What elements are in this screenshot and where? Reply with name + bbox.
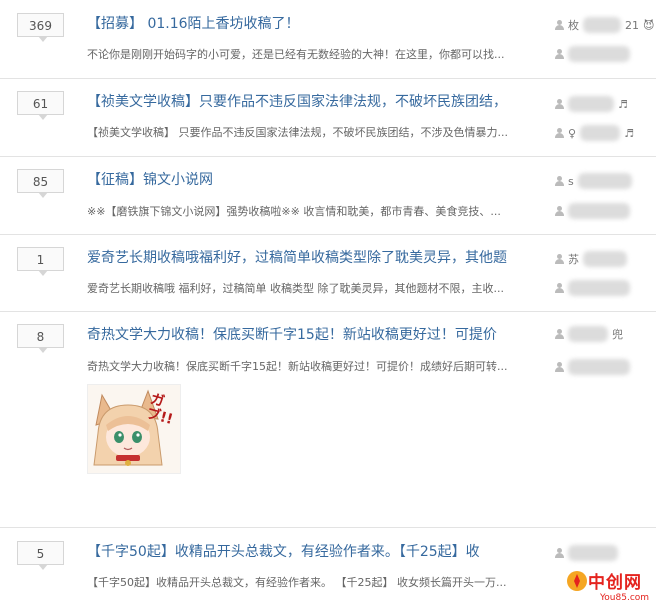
site-watermark: 中创网 You85.com bbox=[566, 568, 654, 610]
reply-count-badge: 8 bbox=[17, 324, 64, 353]
thread-excerpt: 奇热文学大力收稿！保底买断千字15起！新站收稿更好过！可提价！成绩好后期可转..… bbox=[87, 360, 508, 373]
reply-count-badge: 1 bbox=[17, 247, 64, 276]
author-name-redacted bbox=[583, 251, 627, 267]
watermark-text: 中创网 bbox=[588, 573, 642, 593]
reply-name-redacted bbox=[568, 280, 630, 296]
thread-author[interactable] bbox=[555, 545, 618, 561]
author-name-visible: s bbox=[568, 174, 574, 188]
user-icon bbox=[555, 128, 564, 138]
user-icon bbox=[555, 176, 564, 186]
user-icon bbox=[555, 49, 564, 59]
thread-author[interactable]: 兜 bbox=[555, 326, 623, 342]
music-note-icon: ♬ bbox=[618, 97, 628, 111]
thread-excerpt: 【祯美文学收稿】 只要作品不违反国家法律法规，不破坏民族团结，不涉及色情暴力..… bbox=[87, 126, 508, 139]
thread-author[interactable]: s bbox=[555, 173, 632, 189]
author-name-redacted bbox=[568, 326, 608, 342]
user-icon bbox=[555, 362, 564, 372]
thread-excerpt: 【千字50起】收精品开头总裁文，有经验作者来。 【千25起】 收女频长篇开头一万… bbox=[87, 576, 507, 589]
last-reply-author[interactable]: ♀ ♬ bbox=[555, 125, 634, 141]
user-icon bbox=[555, 99, 564, 109]
watermark-subtext: You85.com bbox=[600, 593, 650, 603]
user-icon bbox=[555, 329, 564, 339]
thread-excerpt: ※※【磨铁旗下锦文小说网】强势收稿啦※※ 收言情和耽美，都市青春、美食竞技、..… bbox=[87, 205, 501, 218]
reply-count-badge: 369 bbox=[17, 13, 64, 42]
thread-title-link[interactable]: 【祯美文学收稿】只要作品不违反国家法律法规，不破坏民族团结， bbox=[87, 93, 507, 111]
thread-author[interactable]: ♬ bbox=[555, 96, 628, 112]
watermark-logo-icon bbox=[567, 571, 587, 591]
thread-excerpt: 爱奇艺长期收稿哦 福利好，过稿简单 收稿类型 除了耽美灵异，其他题材不限，主收.… bbox=[87, 282, 504, 295]
reply-name-redacted bbox=[568, 359, 630, 375]
devil-emoji-icon: 😈 bbox=[643, 18, 655, 32]
thread-title-link[interactable]: 爱奇艺长期收稿哦福利好，过稿简单收稿类型除了耽美灵异，其他题 bbox=[87, 249, 507, 267]
author-name-redacted bbox=[583, 17, 621, 33]
reply-count-badge: 85 bbox=[17, 169, 64, 198]
author-name-visible: 苏 bbox=[568, 253, 579, 266]
last-reply-author[interactable] bbox=[555, 359, 630, 375]
thread-author[interactable]: 苏 bbox=[555, 251, 627, 267]
user-icon bbox=[555, 206, 564, 216]
user-icon bbox=[555, 20, 564, 30]
row-divider bbox=[0, 234, 656, 235]
author-name-redacted bbox=[568, 96, 614, 112]
row-divider bbox=[0, 527, 656, 528]
reply-name-redacted bbox=[568, 203, 630, 219]
music-note-icon: ♬ bbox=[624, 126, 634, 140]
female-symbol-icon: ♀ bbox=[568, 126, 577, 140]
thread-title-link[interactable]: 奇热文学大力收稿！保底买断千字15起！新站收稿更好过！可提价 bbox=[87, 326, 497, 344]
thread-title-link[interactable]: 【征稿】锦文小说网 bbox=[87, 171, 213, 189]
row-divider bbox=[0, 78, 656, 79]
author-name-tail: 兜 bbox=[612, 328, 623, 341]
user-icon bbox=[555, 254, 564, 264]
last-reply-author[interactable] bbox=[555, 46, 630, 62]
author-name-redacted bbox=[577, 173, 632, 189]
thread-title-link[interactable]: 【千字50起】收精品开头总裁文，有经验作者来。【千25起】收 bbox=[87, 543, 480, 561]
reply-count-badge: 61 bbox=[17, 91, 64, 120]
last-reply-author[interactable] bbox=[555, 203, 630, 219]
row-divider bbox=[0, 156, 656, 157]
thread-excerpt: 不论你是刚刚开始码字的小可爱，还是已经有无数经验的大神！在这里，你都可以找... bbox=[87, 48, 505, 61]
thread-author[interactable]: 枚 21 😈 bbox=[555, 17, 654, 33]
reply-name-redacted bbox=[568, 46, 630, 62]
fox-girl-sticker-image: ガブ!! bbox=[87, 384, 181, 474]
reply-name-redacted bbox=[580, 125, 621, 141]
author-name-tail: 21 bbox=[625, 18, 639, 32]
last-reply-author[interactable] bbox=[555, 280, 630, 296]
row-divider bbox=[0, 311, 656, 312]
thread-title-link[interactable]: 【招募】 01.16陌上香坊收稿了！ bbox=[87, 15, 300, 33]
user-icon bbox=[555, 283, 564, 293]
author-name-visible: 枚 bbox=[568, 19, 579, 32]
reply-count-badge: 5 bbox=[17, 541, 64, 570]
author-name-redacted bbox=[568, 545, 618, 561]
user-icon bbox=[555, 548, 564, 558]
